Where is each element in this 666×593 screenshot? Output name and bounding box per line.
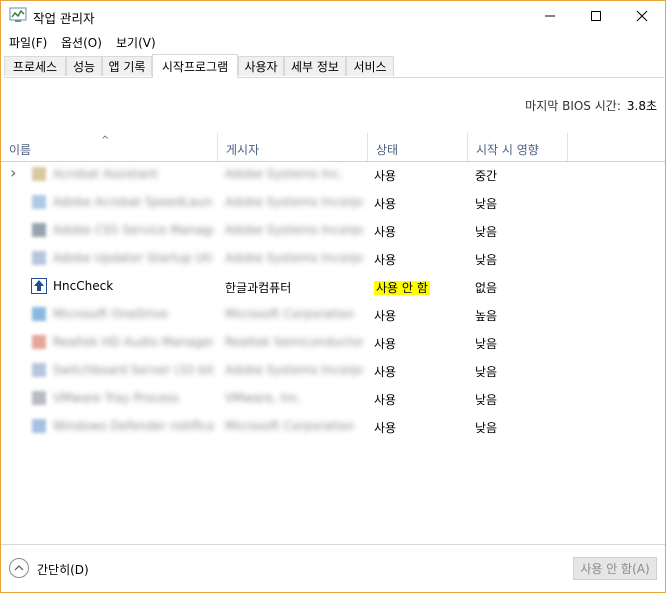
row-status: 사용 [374,309,397,323]
collapse-button[interactable] [9,558,29,578]
row-status: 사용 [374,393,397,407]
column-startup-impact[interactable]: 시작 시 영향 [468,133,568,161]
chevron-up-icon [14,565,24,571]
row-status: 사용 [374,253,397,267]
tab-app-history[interactable]: 앱 기록 [102,56,152,76]
row-name: Microsoft OneDrive [53,307,168,321]
fewer-details-link[interactable]: 간단히(D) [37,561,89,578]
row-startup-impact: 낮음 [475,197,498,211]
app-icon [31,390,47,406]
minimize-button[interactable] [527,1,573,31]
row-startup-impact: 낮음 [475,337,498,351]
app-icon [31,194,47,210]
row-name: Adobe Updater Startup Utility [53,251,213,265]
app-icon [31,222,47,238]
row-startup-impact: 중간 [475,169,498,183]
bios-time-value: 3.8초 [626,99,657,113]
table-row[interactable]: Adobe Acrobat SpeedLaunch Adobe Systems I… [1,189,665,217]
row-startup-impact: 낮음 [475,253,498,267]
table-row[interactable]: VMware Tray Process VMware, Inc. 사용 낮음 [1,385,665,413]
title-bar: 작업 관리자 [1,1,665,31]
tab-services[interactable]: 서비스 [346,56,394,76]
app-icon [31,306,47,322]
table-row[interactable]: Adobe Updater Startup Utility Adobe Syste… [1,245,665,273]
row-publisher: Adobe Systems Incorporated [225,223,363,237]
row-name: HncCheck [53,279,114,293]
table-row[interactable]: › Acrobat Assistant Adobe Systems Inc. 사용 중간 [1,161,665,189]
row-startup-impact: 낮음 [475,421,498,435]
app-icon [31,418,47,434]
tab-users[interactable]: 사용자 [238,56,284,76]
row-publisher: Adobe Systems Incorporated [225,363,363,377]
tab-strip: 프로세스 성능 앱 기록 시작프로그램 사용자 세부 정보 서비스 [4,54,664,78]
column-publisher[interactable]: 게시자 [218,133,368,161]
row-publisher: Adobe Systems Incorporated [225,195,363,209]
bios-time: 마지막 BIOS 시간: 3.8초 [525,97,657,114]
tab-details[interactable]: 세부 정보 [284,56,346,76]
tab-startup[interactable]: 시작프로그램 [152,54,238,78]
row-status: 사용 [374,225,397,239]
row-name: Switchboard Server (32-bit) [53,363,213,377]
row-publisher: Microsoft Corporation [225,307,355,321]
row-status: 사용 [374,197,397,211]
app-icon [31,334,47,350]
row-status: 사용 [374,365,397,379]
footer-divider [1,544,665,545]
bios-time-label: 마지막 BIOS 시간: [525,99,621,113]
maximize-icon [591,11,601,21]
row-status: 사용 [374,337,397,351]
row-status: 사용 [374,421,397,435]
tab-processes[interactable]: 프로세스 [4,56,66,76]
row-startup-impact: 높음 [475,309,498,323]
row-status-highlighted: 사용 안 함 [374,281,430,295]
row-name: Windows Defender notification [53,419,213,433]
row-publisher: VMware, Inc. [225,391,302,405]
app-icon [31,166,47,182]
row-startup-impact: 낮음 [475,225,498,239]
table-row[interactable]: HncCheck 한글과컴퓨터 사용 안 함 없음 [1,273,665,301]
table-row[interactable]: Realtek HD Audio Manager Realtek Semicond… [1,329,665,357]
maximize-button[interactable] [573,1,619,31]
column-header-row: 이름 게시자 상태 시작 시 영향 [1,133,665,162]
app-icon [31,250,47,266]
task-manager-icon [9,7,27,23]
row-name: Adobe CS5 Service Manager [53,223,213,237]
row-name: VMware Tray Process [53,391,179,405]
chevron-right-icon[interactable]: › [10,163,16,182]
row-publisher: 한글과컴퓨터 [225,281,292,295]
row-name: Realtek HD Audio Manager [53,335,213,349]
row-status: 사용 안 함 [374,279,464,296]
row-status: 사용 [374,169,397,183]
close-button[interactable] [619,1,665,31]
window-title: 작업 관리자 [33,11,95,26]
row-startup-impact: 낮음 [475,365,498,379]
table-row[interactable]: Adobe CS5 Service Manager Adobe Systems I… [1,217,665,245]
menu-bar: 파일(F) 옵션(O) 보기(V) [1,31,665,53]
minimize-icon [545,15,555,17]
row-publisher: Adobe Systems Incorporated [225,251,363,265]
menu-file[interactable]: 파일(F) [9,34,47,51]
disable-button[interactable]: 사용 안 함(A) [573,557,657,580]
app-icon [31,278,47,294]
tab-performance[interactable]: 성능 [66,56,102,76]
row-publisher: Realtek Semiconductor [225,335,363,349]
row-name: Acrobat Assistant [53,167,158,181]
row-publisher: Microsoft Corporation [225,419,355,433]
menu-view[interactable]: 보기(V) [116,34,156,51]
row-publisher: Adobe Systems Inc. [225,167,344,181]
table-row[interactable]: Windows Defender notification Microsoft C… [1,413,665,441]
app-icon [31,362,47,378]
row-startup-impact: 낮음 [475,393,498,407]
table-row[interactable]: Switchboard Server (32-bit) Adobe Systems… [1,357,665,385]
table-row[interactable]: Microsoft OneDrive Microsoft Corporation 사… [1,301,665,329]
close-icon [636,10,648,22]
task-manager-window: 작업 관리자 파일(F) 옵션(O) 보기(V) 프로세스 성능 앱 기록 시작… [0,0,666,593]
column-status[interactable]: 상태 [368,133,468,161]
row-name: Adobe Acrobat SpeedLaunch [53,195,213,209]
menu-options[interactable]: 옵션(O) [61,34,102,51]
row-startup-impact: 없음 [475,281,498,295]
column-name[interactable]: 이름 [1,133,218,161]
